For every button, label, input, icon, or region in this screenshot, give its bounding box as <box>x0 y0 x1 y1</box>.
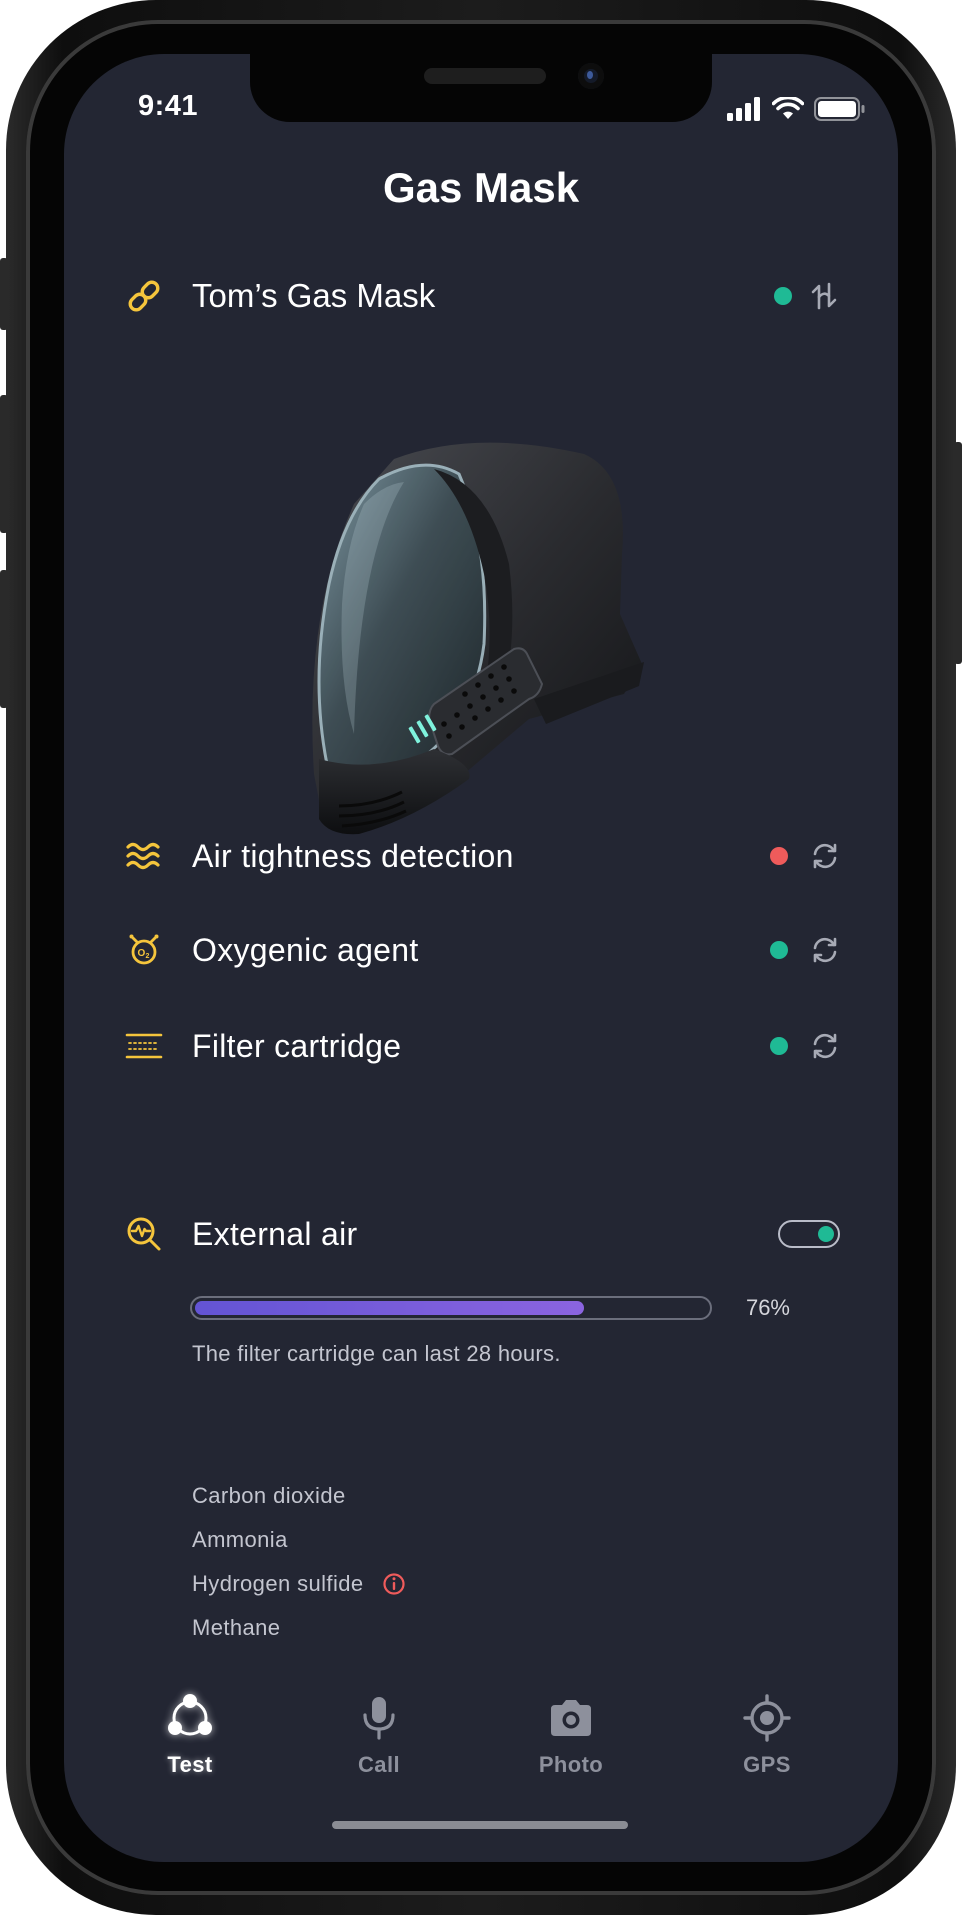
progress-percent: 76% <box>745 1295 790 1320</box>
status-time: 9:41 <box>138 90 199 122</box>
status-dot <box>770 941 788 959</box>
tab-label: GPS <box>743 1752 791 1777</box>
external-air-toggle[interactable] <box>778 1220 840 1248</box>
feature-air-tightness[interactable]: Air tightness detection <box>122 826 840 886</box>
feature-label: Filter cartridge <box>192 1027 402 1064</box>
gas-name: Hydrogen sulfide <box>192 1571 364 1596</box>
gas-name: Methane <box>192 1615 281 1640</box>
warning-info-icon[interactable] <box>382 1572 406 1596</box>
gas-item-hydrogen-sulfide: Hydrogen sulfide <box>192 1562 406 1606</box>
notch <box>250 54 712 122</box>
oxygen-icon: O 2 <box>122 928 166 972</box>
status-icons <box>726 94 866 124</box>
gas-name: Ammonia <box>192 1527 288 1552</box>
refresh-icon[interactable] <box>810 1031 840 1061</box>
feature-label: External air <box>192 1215 358 1252</box>
air-scan-icon <box>122 1212 166 1256</box>
wifi-icon <box>772 97 804 119</box>
device-name: Tom’s Gas Mask <box>192 277 436 314</box>
home-indicator[interactable] <box>332 1821 628 1829</box>
gas-item-carbon-dioxide: Carbon dioxide <box>192 1474 406 1518</box>
progress-track <box>190 1296 712 1320</box>
tab-gps[interactable]: GPS <box>697 1690 837 1778</box>
svg-text:O: O <box>138 948 146 959</box>
camera-icon <box>543 1690 599 1746</box>
gas-name: Carbon dioxide <box>192 1483 346 1508</box>
filter-note: The filter cartridge can last 28 hours. <box>192 1341 561 1366</box>
volume-down-button <box>0 570 8 708</box>
gas-mask-image <box>284 434 684 874</box>
filter-icon <box>122 1024 166 1068</box>
tab-call[interactable]: Call <box>309 1690 449 1778</box>
progress-fill <box>195 1301 584 1315</box>
link-icon <box>122 274 166 318</box>
tab-test[interactable]: Test <box>120 1690 260 1778</box>
tab-label: Photo <box>538 1752 604 1777</box>
feature-label: Air tightness detection <box>192 837 514 874</box>
signal-icon <box>727 97 760 121</box>
tab-label: Call <box>358 1752 400 1777</box>
earpiece-speaker <box>424 68 546 84</box>
mute-switch <box>0 258 8 330</box>
status-dot <box>770 1037 788 1055</box>
tab-photo[interactable]: Photo <box>501 1690 641 1778</box>
waves-icon <box>122 834 166 878</box>
gas-list: Carbon dioxide Ammonia Hydrogen sulfide … <box>192 1474 406 1650</box>
volume-up-button <box>0 395 8 533</box>
gas-item-methane: Methane <box>192 1606 406 1650</box>
tab-label: Test <box>167 1752 213 1777</box>
refresh-icon[interactable] <box>810 935 840 965</box>
app-screen: 9:41 Gas Mask Tom’s Gas Mask Air tightne… <box>64 54 898 1862</box>
refresh-icon[interactable] <box>810 841 840 871</box>
gas-item-ammonia: Ammonia <box>192 1518 406 1562</box>
battery-icon <box>814 97 865 121</box>
status-dot <box>770 847 788 865</box>
tab-bar: Test Call Photo GPS <box>64 1690 898 1800</box>
device-status-dot <box>774 287 792 305</box>
feature-filter-cartridge[interactable]: Filter cartridge <box>122 1016 840 1076</box>
feature-label: Oxygenic agent <box>192 931 419 968</box>
svg-text:2: 2 <box>146 953 150 960</box>
toggle-knob <box>818 1226 834 1242</box>
page-title: Gas Mask <box>382 164 580 211</box>
power-button <box>954 442 962 664</box>
feature-external-air: External air <box>122 1204 840 1264</box>
filter-progress: 76% <box>190 1294 790 1322</box>
connection-toggle-icon[interactable] <box>808 280 840 312</box>
device-row[interactable]: Tom’s Gas Mask <box>122 266 840 326</box>
feature-oxygenic-agent[interactable]: O 2 Oxygenic agent <box>122 920 840 980</box>
microphone-icon <box>351 1690 407 1746</box>
front-camera <box>578 63 604 89</box>
gps-icon <box>739 1690 795 1746</box>
test-icon <box>162 1690 218 1746</box>
